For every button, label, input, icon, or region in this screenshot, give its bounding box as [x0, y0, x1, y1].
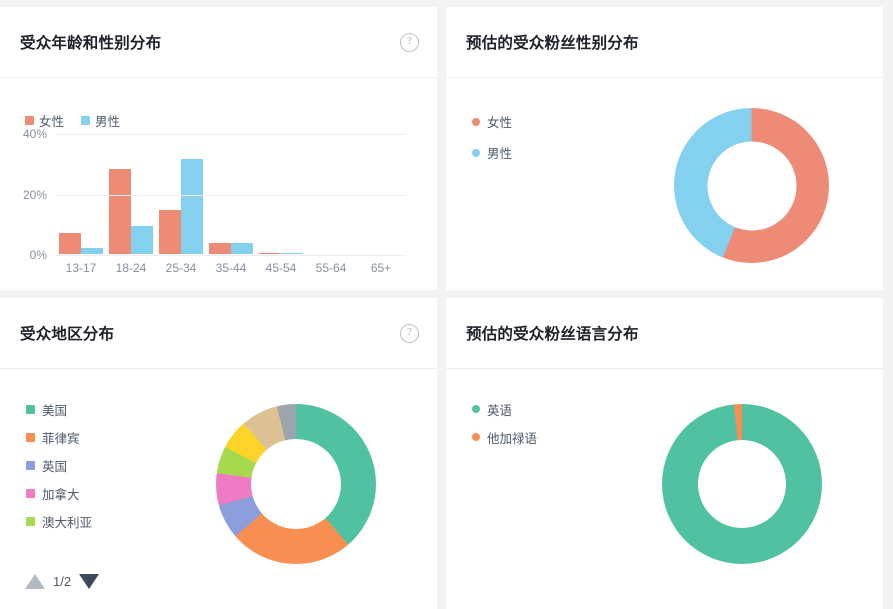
legend-label: 英国 [42, 459, 68, 474]
legend-item[interactable]: 女性 [472, 106, 512, 137]
legend-item[interactable]: 美国 [26, 395, 92, 423]
legend-label: 英语 [487, 403, 513, 418]
bar-group[interactable] [206, 133, 256, 254]
card-body-fan-language: 英语 他加禄语 [446, 369, 883, 609]
y-axis-tick-label: 40% [22, 127, 47, 141]
bar-group[interactable] [106, 133, 156, 254]
legend-swatch-icon [26, 488, 35, 498]
x-axis-tick-label: 35-44 [215, 261, 247, 275]
legend-item[interactable]: 男性 [472, 137, 512, 168]
bar-group[interactable] [156, 133, 206, 254]
question-circle-icon[interactable]: ? [400, 32, 419, 52]
donut-hole [707, 141, 796, 230]
gridline: 0% [30, 248, 406, 262]
x-axis-tick-label: 18-24 [115, 261, 147, 275]
card-body-fan-gender: 女性 男性 [446, 78, 883, 290]
fan-language-donut-chart [662, 404, 822, 564]
region-donut-chart [216, 404, 376, 564]
fan-gender-donut-chart [674, 108, 829, 263]
pagination-indicator: 1/2 [53, 574, 72, 589]
bar[interactable] [131, 226, 153, 254]
donut-ring[interactable] [674, 108, 829, 263]
card-header-fan-gender: 预估的受众粉丝性别分布 [446, 7, 883, 78]
donut-hole [698, 440, 786, 528]
card-body-age-gender: 女性 男性 0% 20% 40% 13-17 18-24 25-34 35-44 45-54 5… [0, 78, 437, 290]
x-axis-tick-label: 65+ [370, 261, 392, 275]
legend-label: 澳大利亚 [42, 515, 93, 530]
legend-item[interactable]: 加拿大 [26, 479, 92, 507]
card-header-age-gender: 受众年龄和性别分布 ? [0, 7, 437, 78]
legend-swatch-icon [26, 432, 35, 442]
bar-chart-bars [56, 133, 406, 254]
legend-item[interactable]: 英国 [26, 451, 92, 479]
legend-label: 菲律宾 [42, 431, 80, 446]
card-estimated-fan-language: 预估的受众粉丝语言分布 英语他加禄语 [446, 298, 883, 609]
dashboard-grid: 受众年龄和性别分布 ? 女性 男性 0% 20% 40% 13-17 18-24 25-3… [0, 0, 893, 609]
x-axis-tick-label: 45-54 [265, 261, 297, 275]
bar[interactable] [281, 253, 303, 254]
card-audience-age-gender: 受众年龄和性别分布 ? 女性 男性 0% 20% 40% 13-17 18-24 25-3… [0, 7, 437, 290]
x-axis-tick-label: 13-17 [65, 261, 97, 275]
legend-item[interactable]: 澳大利亚 [26, 507, 92, 535]
x-axis-tick-label: 55-64 [315, 261, 347, 275]
legend-dot-icon [472, 117, 480, 126]
page-title-fan-language: 预估的受众粉丝语言分布 [466, 326, 639, 343]
bar[interactable] [159, 209, 181, 254]
card-estimated-fan-gender: 预估的受众粉丝性别分布 女性男性 [446, 7, 883, 290]
legend-swatch-icon [25, 116, 34, 125]
legend-label: 男性 [487, 147, 513, 161]
bar[interactable] [81, 247, 103, 254]
y-axis-tick-label: 20% [22, 187, 47, 202]
bar-group[interactable] [356, 133, 406, 254]
legend-label: 他加禄语 [487, 431, 538, 446]
triangle-down-icon[interactable] [79, 574, 100, 589]
page-title-fan-gender: 预估的受众粉丝性别分布 [466, 35, 639, 52]
donut-ring[interactable] [662, 404, 822, 564]
bar[interactable] [181, 158, 203, 254]
legend-item[interactable]: 英语 [472, 395, 537, 423]
bar-group[interactable] [56, 133, 106, 254]
legend-label: 女性 [487, 116, 513, 130]
fan-language-legend: 英语 他加禄语 [472, 395, 537, 451]
bar[interactable] [231, 243, 253, 254]
legend-swatch-icon [26, 404, 35, 414]
card-header-fan-language: 预估的受众粉丝语言分布 [446, 298, 883, 369]
bar[interactable] [109, 169, 131, 254]
y-axis-tick-label: 0% [29, 248, 47, 262]
bar-chart-x-axis-labels: 13-17 18-24 25-34 35-44 45-54 55-64 65+ [56, 261, 406, 275]
card-header-region: 受众地区分布 ? [0, 298, 437, 369]
legend-dot-icon [472, 148, 480, 157]
legend-item[interactable]: 男性 [81, 111, 120, 130]
question-circle-icon[interactable]: ? [400, 323, 419, 343]
gridline: 20% [23, 188, 406, 202]
region-legend-pagination: 1/2 [25, 574, 100, 589]
legend-dot-icon [472, 433, 480, 441]
donut-hole [251, 439, 341, 529]
legend-item[interactable]: 菲律宾 [26, 423, 92, 451]
gridline: 40% [23, 127, 406, 141]
triangle-up-icon[interactable] [25, 574, 45, 589]
donut-ring[interactable] [216, 404, 376, 564]
bar-group[interactable] [256, 133, 306, 254]
legend-item[interactable]: 他加禄语 [472, 423, 537, 451]
legend-swatch-icon [81, 116, 91, 125]
legend-label: 加拿大 [42, 487, 80, 502]
bar-chart-plot-area: 0% 20% 40% [23, 127, 406, 262]
page-title-age-gender: 受众年龄和性别分布 [20, 35, 162, 52]
legend-swatch-icon [26, 460, 35, 470]
card-audience-region: 受众地区分布 ? 美国菲律宾英国加拿大澳大利亚 1/2 [0, 298, 437, 609]
legend-label: 男性 [95, 115, 121, 129]
card-body-region: 美国菲律宾英国加拿大澳大利亚 1/2 [0, 369, 437, 609]
bar[interactable] [59, 233, 81, 254]
legend-swatch-icon [26, 516, 35, 526]
fan-gender-legend: 女性 男性 [472, 106, 512, 168]
region-legend: 美国菲律宾英国加拿大澳大利亚 [26, 395, 92, 535]
bar[interactable] [209, 243, 231, 254]
x-axis-tick-label: 25-34 [165, 261, 197, 275]
bar[interactable] [259, 252, 281, 254]
legend-label: 美国 [42, 403, 68, 418]
legend-dot-icon [472, 405, 480, 413]
bar-group[interactable] [306, 133, 356, 254]
page-title-region: 受众地区分布 [20, 326, 115, 343]
